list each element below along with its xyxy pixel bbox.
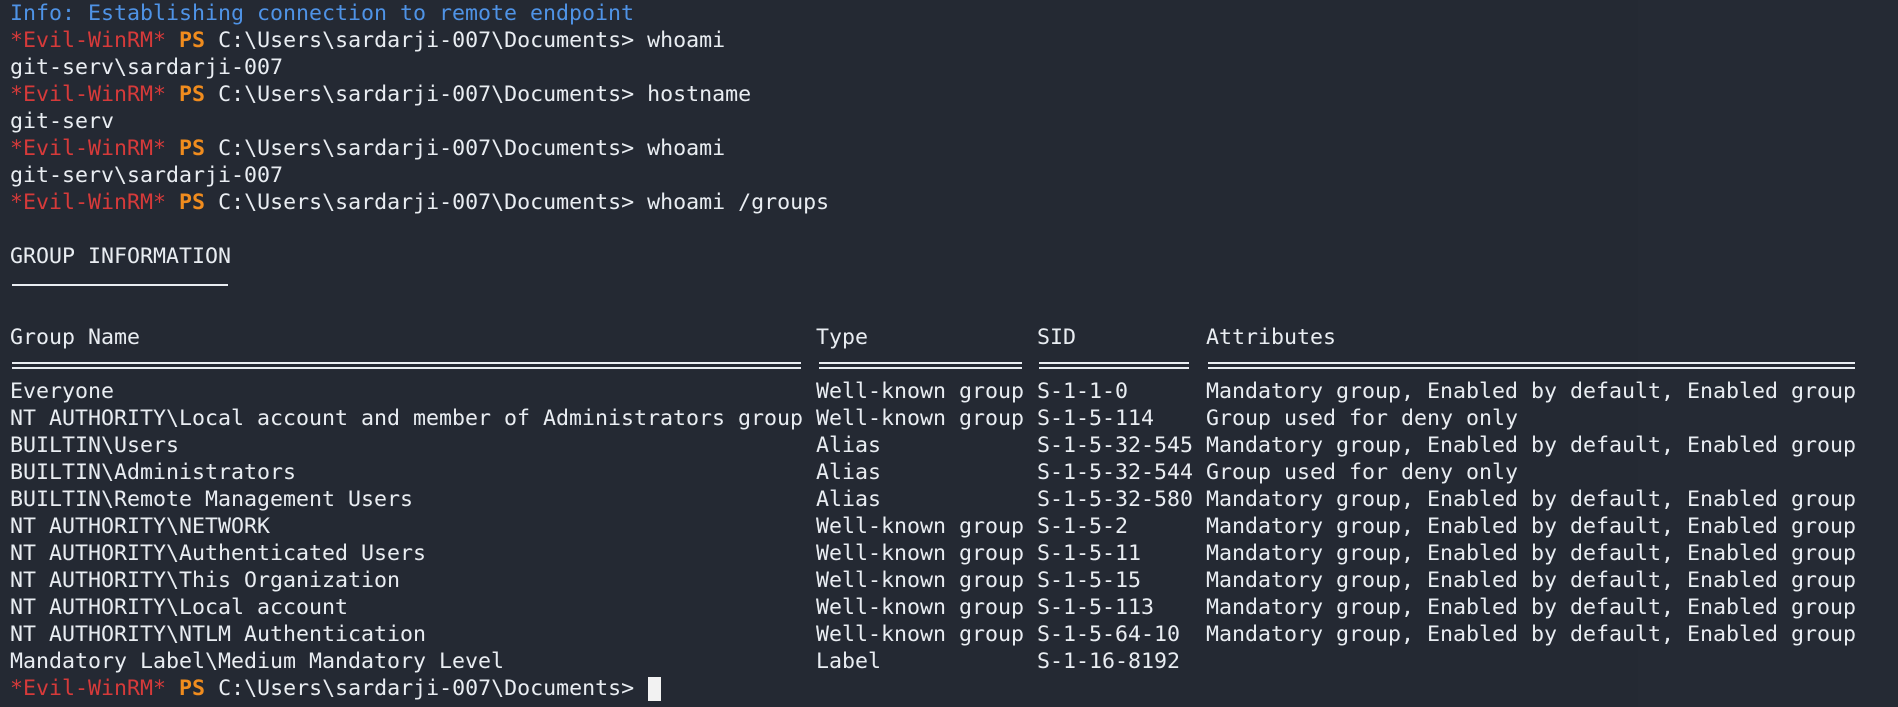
- group-name-cell: BUILTIN\Administrators: [10, 460, 297, 485]
- current-directory: C:\Users\sardarji-007\Documents>: [218, 28, 635, 53]
- group-sid-cell: S-1-1-0: [1037, 379, 1129, 404]
- group-attributes-cell: Mandatory group, Enabled by default, Ena…: [1206, 622, 1857, 647]
- group-attributes-cell: Mandatory group, Enabled by default, Ena…: [1206, 595, 1857, 620]
- group-type-cell: Alias: [816, 433, 882, 458]
- group-name-cell: Mandatory Label\Medium Mandatory Level: [10, 649, 505, 674]
- shell-tag: *Evil-WinRM*: [10, 676, 167, 701]
- current-directory: C:\Users\sardarji-007\Documents>: [218, 676, 635, 701]
- group-sid-cell: S-1-5-114: [1037, 406, 1155, 431]
- header-divider-attributes: [1208, 362, 1855, 369]
- group-sid-cell: S-1-5-11: [1037, 541, 1142, 566]
- group-type-cell: Well-known group: [816, 595, 1025, 620]
- group-attributes-cell: Group used for deny only: [1206, 460, 1519, 485]
- column-header-group-name: Group Name: [10, 325, 141, 350]
- ps-label: PS: [179, 136, 206, 161]
- ps-label: PS: [179, 676, 206, 701]
- column-header-sid: SID: [1037, 325, 1077, 350]
- group-name-cell: NT AUTHORITY\Local account: [10, 595, 349, 620]
- shell-tag: *Evil-WinRM*: [10, 82, 167, 107]
- group-sid-cell: S-1-16-8192: [1037, 649, 1181, 674]
- column-header-attributes: Attributes: [1206, 325, 1337, 350]
- active-prompt-line[interactable]: *Evil-WinRM* PS C:\Users\sardarji-007\Do…: [10, 675, 662, 702]
- group-type-cell: Label: [816, 649, 882, 674]
- group-attributes-cell: Group used for deny only: [1206, 406, 1519, 431]
- group-name-cell: NT AUTHORITY\NTLM Authentication: [10, 622, 427, 647]
- command-text: whoami /groups: [647, 190, 830, 215]
- header-divider-group-name: [12, 362, 801, 369]
- prompt-line: *Evil-WinRM* PS C:\Users\sardarji-007\Do…: [10, 135, 725, 162]
- group-type-cell: Well-known group: [816, 406, 1025, 431]
- prompt-line: *Evil-WinRM* PS C:\Users\sardarji-007\Do…: [10, 27, 725, 54]
- text-cursor: [648, 677, 662, 701]
- terminal-window[interactable]: Info: Establishing connection to remote …: [10, 0, 1898, 707]
- current-directory: C:\Users\sardarji-007\Documents>: [218, 136, 635, 161]
- group-name-cell: Everyone: [10, 379, 115, 404]
- group-attributes-cell: Mandatory group, Enabled by default, Ena…: [1206, 514, 1857, 539]
- group-sid-cell: S-1-5-32-544: [1037, 460, 1194, 485]
- command-text: whoami: [647, 136, 726, 161]
- group-name-cell: NT AUTHORITY\Authenticated Users: [10, 541, 427, 566]
- group-sid-cell: S-1-5-32-580: [1037, 487, 1194, 512]
- command-output: git-serv: [10, 109, 115, 134]
- prompt-line: *Evil-WinRM* PS C:\Users\sardarji-007\Do…: [10, 189, 829, 216]
- ps-label: PS: [179, 82, 206, 107]
- header-divider-type: [819, 362, 1022, 369]
- command-output: git-serv\sardarji-007: [10, 163, 284, 188]
- group-attributes-cell: Mandatory group, Enabled by default, Ena…: [1206, 487, 1857, 512]
- group-attributes-cell: Mandatory group, Enabled by default, Ena…: [1206, 379, 1857, 404]
- group-sid-cell: S-1-5-113: [1037, 595, 1155, 620]
- ps-label: PS: [179, 190, 206, 215]
- group-attributes-cell: Mandatory group, Enabled by default, Ena…: [1206, 541, 1857, 566]
- column-header-type: Type: [816, 325, 869, 350]
- group-type-cell: Well-known group: [816, 622, 1025, 647]
- group-type-cell: Alias: [816, 487, 882, 512]
- command-output: git-serv\sardarji-007: [10, 55, 284, 80]
- shell-tag: *Evil-WinRM*: [10, 28, 167, 53]
- group-type-cell: Well-known group: [816, 379, 1025, 404]
- current-directory: C:\Users\sardarji-007\Documents>: [218, 190, 635, 215]
- header-divider-sid: [1039, 362, 1189, 369]
- group-type-cell: Well-known group: [816, 514, 1025, 539]
- shell-tag: *Evil-WinRM*: [10, 190, 167, 215]
- shell-tag: *Evil-WinRM*: [10, 136, 167, 161]
- group-name-cell: NT AUTHORITY\This Organization: [10, 568, 401, 593]
- group-type-cell: Alias: [816, 460, 882, 485]
- command-text: hostname: [647, 82, 752, 107]
- section-title: GROUP INFORMATION: [10, 244, 232, 269]
- group-attributes-cell: Mandatory group, Enabled by default, Ena…: [1206, 568, 1857, 593]
- current-directory: C:\Users\sardarji-007\Documents>: [218, 82, 635, 107]
- group-name-cell: BUILTIN\Remote Management Users: [10, 487, 414, 512]
- group-sid-cell: S-1-5-2: [1037, 514, 1129, 539]
- group-name-cell: NT AUTHORITY\NETWORK: [10, 514, 271, 539]
- group-type-cell: Well-known group: [816, 568, 1025, 593]
- section-title-underline: [12, 284, 228, 286]
- group-name-cell: BUILTIN\Users: [10, 433, 180, 458]
- group-sid-cell: S-1-5-64-10: [1037, 622, 1181, 647]
- group-sid-cell: S-1-5-15: [1037, 568, 1142, 593]
- info-message: Info: Establishing connection to remote …: [10, 1, 635, 26]
- group-attributes-cell: Mandatory group, Enabled by default, Ena…: [1206, 433, 1857, 458]
- group-type-cell: Well-known group: [816, 541, 1025, 566]
- ps-label: PS: [179, 28, 206, 53]
- group-name-cell: NT AUTHORITY\Local account and member of…: [10, 406, 804, 431]
- prompt-line: *Evil-WinRM* PS C:\Users\sardarji-007\Do…: [10, 81, 751, 108]
- group-sid-cell: S-1-5-32-545: [1037, 433, 1194, 458]
- command-text: whoami: [647, 28, 726, 53]
